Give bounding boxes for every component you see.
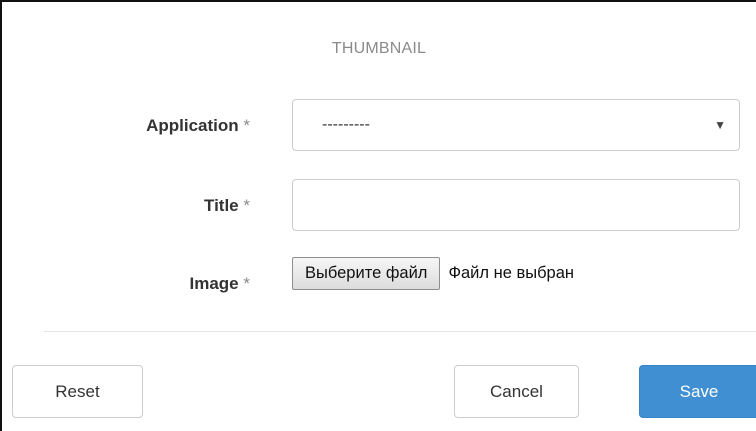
file-status-text: Файл не выбран bbox=[448, 264, 575, 282]
cancel-button[interactable]: Cancel bbox=[454, 365, 579, 418]
footer-divider bbox=[44, 331, 756, 332]
required-asterisk: * bbox=[243, 116, 250, 135]
application-label-text: Application bbox=[146, 116, 239, 135]
title-input[interactable] bbox=[292, 179, 740, 231]
application-select-value: --------- bbox=[322, 116, 370, 133]
image-file-input: Выберите файл Файл не выбран bbox=[292, 257, 574, 290]
application-label: Application * bbox=[10, 116, 250, 136]
required-asterisk: * bbox=[243, 196, 250, 215]
application-select[interactable]: --------- ▼ bbox=[292, 99, 740, 151]
title-label: Title * bbox=[10, 196, 250, 216]
title-label-text: Title bbox=[204, 196, 239, 215]
reset-button[interactable]: Reset bbox=[12, 365, 143, 418]
save-button[interactable]: Save bbox=[639, 365, 756, 418]
form-heading: THUMBNAIL bbox=[331, 40, 427, 57]
image-label: Image * bbox=[10, 274, 251, 294]
choose-file-button[interactable]: Выберите файл bbox=[292, 257, 441, 290]
required-asterisk: * bbox=[243, 274, 250, 293]
thumbnail-form-dialog: THUMBNAIL Application * --------- ▼ Titl… bbox=[0, 0, 756, 431]
caret-down-icon: ▼ bbox=[714, 118, 726, 132]
image-label-text: Image bbox=[189, 274, 239, 293]
